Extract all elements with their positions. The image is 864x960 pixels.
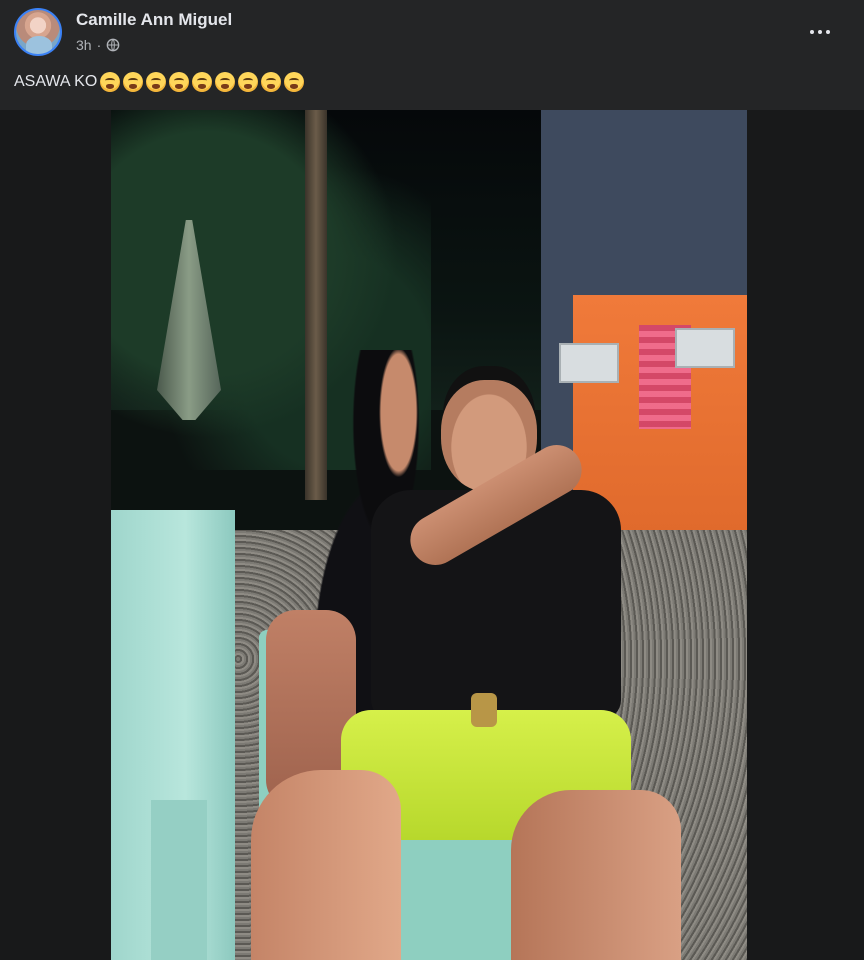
post-header: Camille Ann Miguel 3h · ASAWA KO bbox=[0, 0, 864, 110]
caption-emoji-row bbox=[97, 72, 305, 92]
photo-ac-unit bbox=[675, 328, 735, 368]
post-media[interactable] bbox=[0, 110, 864, 960]
meta-separator: · bbox=[96, 37, 102, 53]
crying-face-emoji-icon bbox=[261, 72, 282, 92]
globe-icon bbox=[106, 38, 120, 52]
photo-ac-unit bbox=[559, 343, 619, 383]
more-options-icon[interactable] bbox=[806, 18, 834, 46]
post-photo[interactable] bbox=[111, 110, 747, 960]
crying-face-emoji-icon bbox=[215, 72, 236, 92]
crying-face-emoji-icon bbox=[169, 72, 190, 92]
photo-man-leg-left bbox=[251, 770, 401, 960]
crying-face-emoji-icon bbox=[100, 72, 121, 92]
post-caption: ASAWA KO bbox=[14, 72, 305, 92]
photo-watch bbox=[471, 693, 497, 727]
crying-face-emoji-icon bbox=[192, 72, 213, 92]
caption-text: ASAWA KO bbox=[14, 73, 98, 90]
crying-face-emoji-icon bbox=[238, 72, 259, 92]
post-timestamp[interactable]: 3h bbox=[76, 37, 92, 53]
author-avatar[interactable] bbox=[14, 8, 62, 56]
crying-face-emoji-icon bbox=[284, 72, 305, 92]
photo-man-leg-right bbox=[511, 790, 681, 960]
post-meta: 3h · bbox=[76, 37, 120, 53]
author-name[interactable]: Camille Ann Miguel bbox=[76, 10, 232, 30]
photo-table-leg bbox=[151, 800, 207, 960]
crying-face-emoji-icon bbox=[146, 72, 167, 92]
crying-face-emoji-icon bbox=[123, 72, 144, 92]
